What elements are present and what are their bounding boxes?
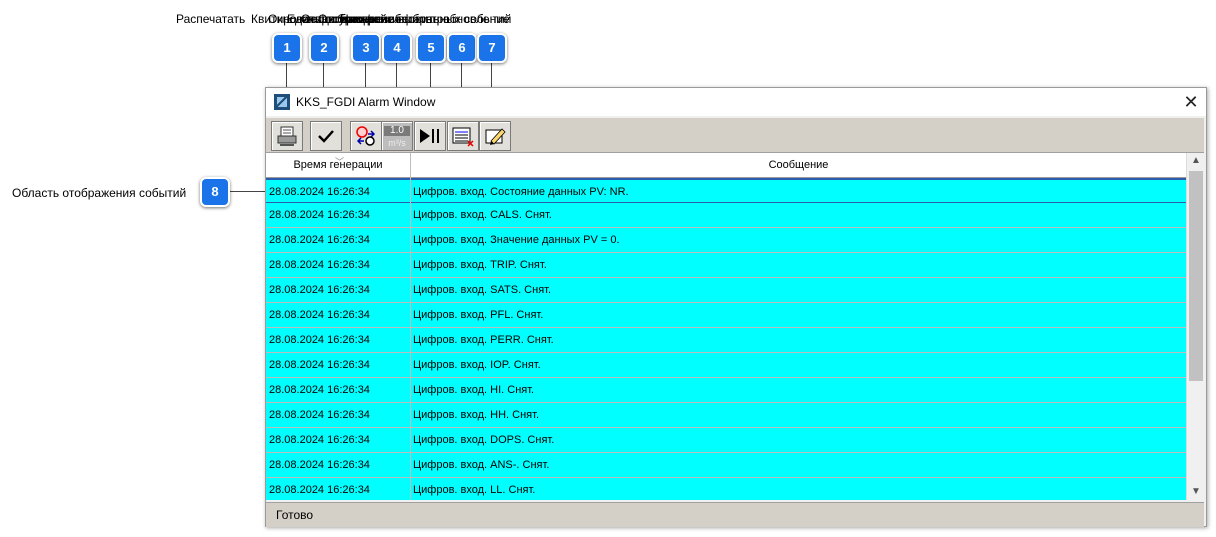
scroll-thumb[interactable] <box>1189 171 1203 381</box>
table-row[interactable]: 28.08.2024 16:26:34 Цифров. вход. SATS. С… <box>266 278 1186 303</box>
checkmark-icon <box>318 130 334 143</box>
badge-7: 7 <box>477 33 507 63</box>
message-cell: Цифров. вход. HI. Снят. <box>413 384 535 396</box>
table-row[interactable]: 28.08.2024 16:26:34 Цифров. вход. HI. Сня… <box>266 378 1186 403</box>
table-row[interactable]: 28.08.2024 16:26:34 Цифров. вход. CALS. С… <box>266 203 1186 228</box>
time-cell: 28.08.2024 16:26:34 <box>269 434 370 446</box>
caption-print: Распечатать <box>176 12 246 26</box>
table-row[interactable]: 28.08.2024 16:26:34 Цифров. вход. Значени… <box>266 228 1186 253</box>
event-table: ﹀ Время генерации Сообщение 28.08.2024 1… <box>266 153 1186 500</box>
table-row[interactable]: 28.08.2024 16:26:34 Цифров. вход. PERR. С… <box>266 328 1186 353</box>
table-header: ﹀ Время генерации Сообщение <box>266 153 1186 178</box>
column-header-message[interactable]: Сообщение <box>411 153 1186 177</box>
pause-resume-button[interactable] <box>414 121 446 151</box>
time-cell: 28.08.2024 16:26:34 <box>269 186 370 198</box>
badge-8: 8 <box>200 177 230 207</box>
column-header-label: Сообщение <box>768 159 829 171</box>
time-cell: 28.08.2024 16:26:34 <box>269 459 370 471</box>
badge-3: 3 <box>351 33 381 63</box>
event-area-label: Область отображения событий <box>12 186 187 200</box>
time-cell: 28.08.2024 16:26:34 <box>269 409 370 421</box>
message-cell: Цифров. вход. PERR. Снят. <box>413 334 554 346</box>
filter-edit-icon <box>485 128 506 145</box>
badge-4: 4 <box>382 33 412 63</box>
window-title: KKS_FGDI Alarm Window <box>296 95 436 109</box>
badge-2: 2 <box>309 33 339 63</box>
time-cell: 28.08.2024 16:26:34 <box>269 334 370 346</box>
table-row[interactable]: 28.08.2024 16:26:34 Цифров. вход. HH. Сня… <box>266 403 1186 428</box>
message-cell: Цифров. вход. HH. Снят. <box>413 409 540 421</box>
time-cell: 28.08.2024 16:26:34 <box>269 259 370 271</box>
table-row[interactable]: 28.08.2024 16:26:34 Цифров. вход. LL. Сня… <box>266 478 1186 500</box>
badge-6: 6 <box>447 33 477 63</box>
sort-caret-icon: ﹀ <box>335 157 345 167</box>
scroll-up-icon[interactable]: ▲ <box>1187 153 1205 169</box>
printer-icon <box>277 126 297 146</box>
status-bar: Готово <box>266 502 1204 527</box>
message-cell: Цифров. вход. TRIP. Снят. <box>413 259 547 271</box>
show-events-button[interactable] <box>447 121 479 151</box>
message-cell: Цифров. вход. ANS-. Снят. <box>413 459 550 471</box>
print-button[interactable] <box>271 121 303 151</box>
column-header-time[interactable]: ﹀ Время генерации <box>266 153 411 177</box>
table-row[interactable]: 28.08.2024 16:26:34 Цифров. вход. ANS-. С… <box>266 453 1186 478</box>
close-icon[interactable]: ✕ <box>1180 91 1202 113</box>
config-button[interactable] <box>350 121 382 151</box>
table-row[interactable]: 28.08.2024 16:26:34 Цифров. вход. TRIP. С… <box>266 253 1186 278</box>
app-icon <box>274 94 290 110</box>
units-label: m³/s <box>388 138 406 148</box>
units-value: 1.0 <box>384 126 410 136</box>
badge-1: 1 <box>272 33 302 63</box>
badge-5: 5 <box>416 33 446 63</box>
toolbar: 1.0 m³/s <box>266 118 1204 153</box>
message-cell: Цифров. вход. LL. Снят. <box>413 484 536 496</box>
time-cell: 28.08.2024 16:26:34 <box>269 359 370 371</box>
play-pause-icon <box>420 129 439 143</box>
time-cell: 28.08.2024 16:26:34 <box>269 209 370 221</box>
message-cell: Цифров. вход. Состояние данных PV: NR. <box>413 186 629 198</box>
acknowledge-button[interactable] <box>310 121 342 151</box>
message-cell: Цифров. вход. Значение данных PV = 0. <box>413 234 620 246</box>
vertical-scrollbar[interactable]: ▲ ▼ <box>1186 153 1205 500</box>
filter-settings-button[interactable] <box>479 121 511 151</box>
message-cell: Цифров. вход. DOPS. Снят. <box>413 434 555 446</box>
alarm-window: KKS_FGDI Alarm Window ✕ 1.0 m³/s ﹀ Время… <box>265 87 1207 527</box>
units-button[interactable]: 1.0 m³/s <box>381 121 413 151</box>
event-list-icon <box>452 127 474 147</box>
config-icon <box>356 126 376 146</box>
leader-line <box>228 191 268 192</box>
time-cell: 28.08.2024 16:26:34 <box>269 384 370 396</box>
time-cell: 28.08.2024 16:26:34 <box>269 309 370 321</box>
time-cell: 28.08.2024 16:26:34 <box>269 284 370 296</box>
scroll-down-icon[interactable]: ▼ <box>1187 484 1205 500</box>
time-cell: 28.08.2024 16:26:34 <box>269 484 370 496</box>
time-cell: 28.08.2024 16:26:34 <box>269 234 370 246</box>
status-text: Готово <box>276 508 314 522</box>
message-cell: Цифров. вход. PFL. Снят. <box>413 309 544 321</box>
title-bar: KKS_FGDI Alarm Window ✕ <box>266 88 1206 116</box>
table-row[interactable]: 28.08.2024 16:26:34 Цифров. вход. Состоян… <box>266 178 1186 204</box>
message-cell: Цифров. вход. IOP. Снят. <box>413 359 541 371</box>
message-cell: Цифров. вход. SATS. Снят. <box>413 284 552 296</box>
message-cell: Цифров. вход. CALS. Снят. <box>413 209 552 221</box>
table-row[interactable]: 28.08.2024 16:26:34 Цифров. вход. PFL. Сн… <box>266 303 1186 328</box>
caption-filter: Настройки фильтра <box>340 12 450 26</box>
table-row[interactable]: 28.08.2024 16:26:34 Цифров. вход. IOP. Сн… <box>266 353 1186 378</box>
table-row[interactable]: 28.08.2024 16:26:34 Цифров. вход. DOPS. С… <box>266 428 1186 453</box>
column-divider <box>410 153 411 500</box>
